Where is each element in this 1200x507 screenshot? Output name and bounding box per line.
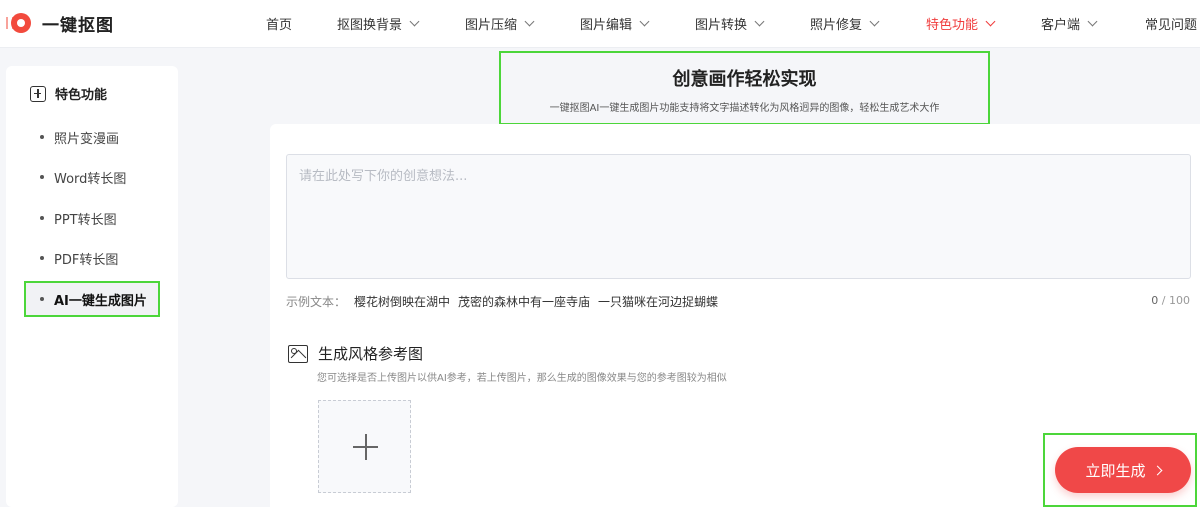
chevron-down-icon <box>985 16 996 27</box>
bullet-icon <box>40 216 44 220</box>
nav-client[interactable]: 客户端 <box>1041 14 1098 33</box>
generate-highlight: 立即生成 <box>1043 433 1197 507</box>
sidebar-title: 特色功能 <box>55 88 108 103</box>
nav-image-compress[interactable]: 图片压缩 <box>465 14 535 33</box>
chevron-down-icon <box>524 16 535 27</box>
generate-button[interactable]: 立即生成 <box>1055 447 1191 493</box>
example-text[interactable]: 一只猫咪在河边捉蝴蝶 <box>598 293 718 310</box>
nav-home[interactable]: 首页 <box>266 14 292 33</box>
nav-label: 特色功能 <box>926 18 979 33</box>
sidebar-item-pdf-to-long-image[interactable]: PDF转长图 <box>26 242 158 274</box>
nav-label: 图片编辑 <box>580 18 633 33</box>
sidebar-item-label: AI一键生成图片 <box>54 293 147 309</box>
nav-image-convert[interactable]: 图片转换 <box>695 14 765 33</box>
sidebar: 特色功能 照片变漫画 Word转长图 PPT转长图 PDF转长图 AI一键生成图… <box>6 66 178 507</box>
chevron-down-icon <box>1087 16 1098 27</box>
example-text[interactable]: 茂密的森林中有一座寺庙 <box>458 293 590 310</box>
page-subtitle: 一键抠图AI一键生成图片功能支持将文字描述转化为风格迥异的图像，轻松生成艺术大作 <box>549 103 940 114</box>
sidebar-item-label: 照片变漫画 <box>54 131 120 147</box>
bullet-icon <box>40 297 44 301</box>
image-icon <box>288 344 308 363</box>
brand-name: 一键抠图 <box>42 15 114 36</box>
sidebar-item-label: PPT转长图 <box>54 212 117 228</box>
sidebar-item-label: Word转长图 <box>54 171 127 187</box>
sidebar-item-word-to-long-image[interactable]: Word转长图 <box>26 161 158 193</box>
nav-cutout-background[interactable]: 抠图换背景 <box>337 14 420 33</box>
chevron-right-icon <box>1152 465 1162 475</box>
example-texts: 示例文本： 樱花树倒映在湖中 茂密的森林中有一座寺庙 一只猫咪在河边捉蝴蝶 <box>286 293 718 310</box>
style-ref-description: 您可选择是否上传图片以供AI参考，若上传图片，那么生成的图像效果与您的参考图较为… <box>317 373 727 384</box>
sidebar-header: 特色功能 <box>30 84 107 103</box>
bullet-icon <box>40 256 44 260</box>
char-counter: 0 / 100 <box>1151 294 1190 307</box>
generate-label: 立即生成 <box>1085 461 1146 480</box>
nav-label: 抠图换背景 <box>337 18 403 33</box>
page-title: 创意画作轻松实现 <box>672 69 817 90</box>
example-text[interactable]: 樱花树倒映在湖中 <box>354 293 450 310</box>
chevron-down-icon <box>754 16 765 27</box>
sidebar-item-label: PDF转长图 <box>54 252 119 268</box>
char-max: / 100 <box>1161 294 1190 307</box>
sidebar-item-ai-generate-image[interactable]: AI一键生成图片 <box>24 281 160 317</box>
logo[interactable]: 一键抠图 <box>6 10 114 36</box>
bullet-icon <box>40 135 44 139</box>
top-header: 一键抠图 首页 抠图换背景 图片压缩 图片编辑 图片转换 照片修复 特色功能 客… <box>0 0 1200 48</box>
upload-reference-button[interactable] <box>318 400 411 493</box>
nav-label: 图片压缩 <box>465 18 518 33</box>
nav-label: 图片转换 <box>695 18 748 33</box>
char-count: 0 <box>1151 294 1159 307</box>
sidebar-item-ppt-to-long-image[interactable]: PPT转长图 <box>26 202 158 234</box>
nav-label: 客户端 <box>1041 18 1081 33</box>
nav-special-features[interactable]: 特色功能 <box>926 14 996 33</box>
bullet-icon <box>40 175 44 179</box>
nav-faq[interactable]: 常见问题 <box>1145 14 1197 33</box>
nav-image-edit[interactable]: 图片编辑 <box>580 14 650 33</box>
feature-box-icon <box>30 85 46 102</box>
nav-label: 首页 <box>266 18 293 33</box>
style-ref-header: 生成风格参考图 <box>288 343 423 364</box>
nav-label: 照片修复 <box>810 18 863 33</box>
sidebar-item-photo-to-cartoon[interactable]: 照片变漫画 <box>26 121 158 153</box>
logo-icon <box>6 10 34 36</box>
nav-label: 常见问题 <box>1145 18 1198 33</box>
chevron-down-icon <box>639 16 650 27</box>
nav-photo-repair[interactable]: 照片修复 <box>810 14 880 33</box>
prompt-input[interactable] <box>286 154 1191 279</box>
examples-label: 示例文本： <box>286 295 347 309</box>
style-ref-title: 生成风格参考图 <box>318 345 424 363</box>
chevron-down-icon <box>409 16 420 27</box>
chevron-down-icon <box>869 16 880 27</box>
hero-banner: 创意画作轻松实现 一键抠图AI一键生成图片功能支持将文字描述转化为风格迥异的图像… <box>499 51 990 125</box>
